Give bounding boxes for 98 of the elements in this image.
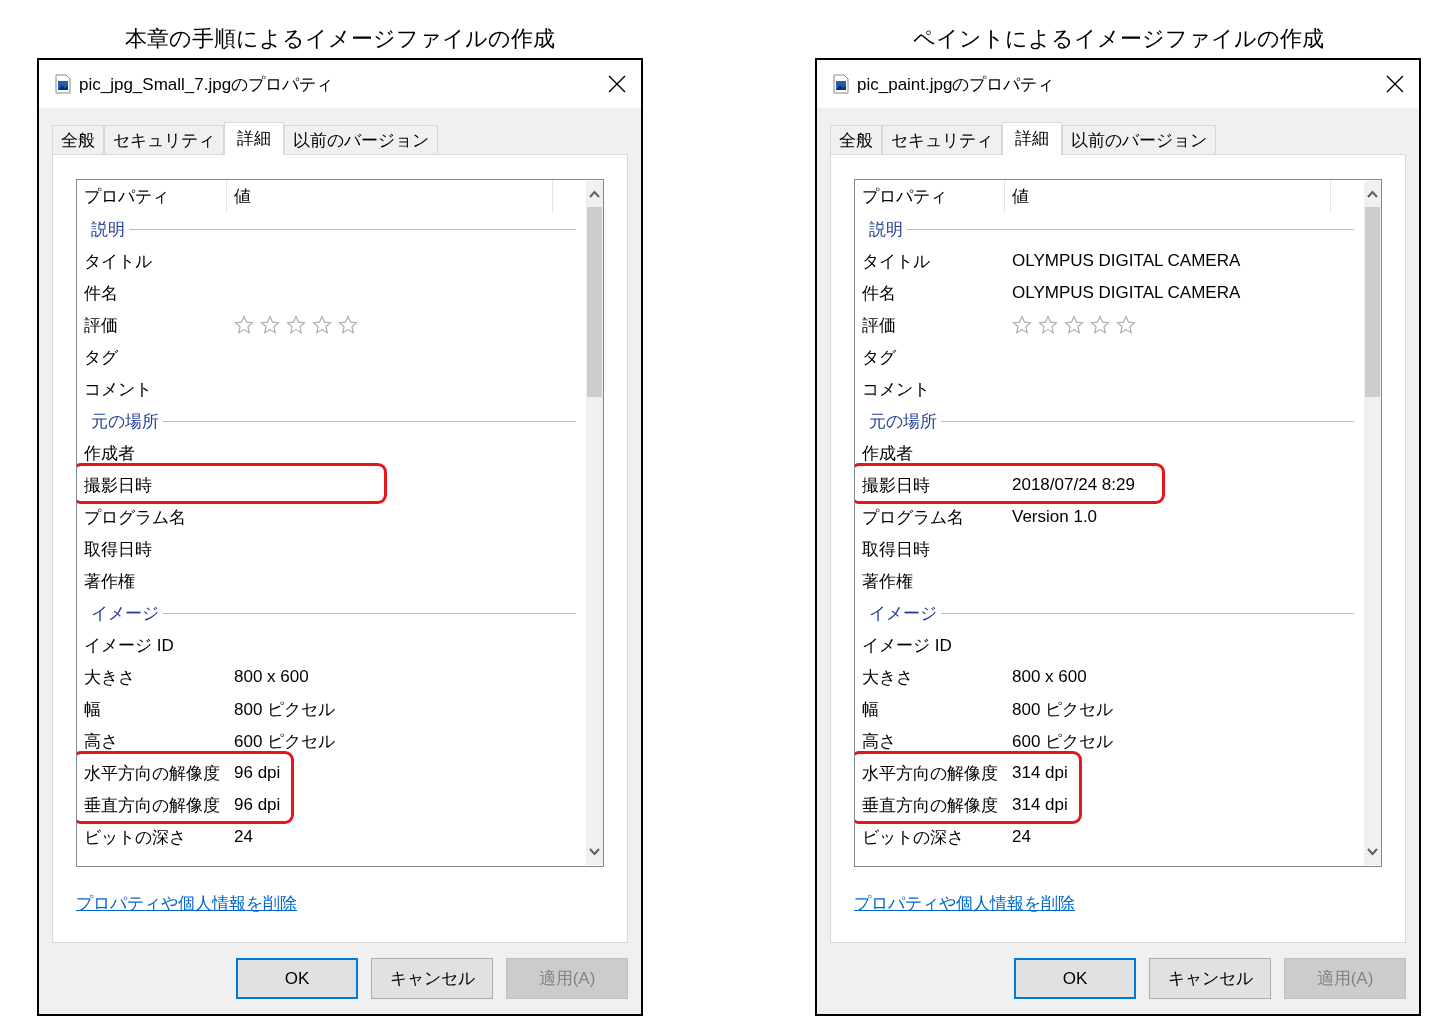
ok-button[interactable]: OK (236, 958, 358, 999)
property-name: 垂直方向の解像度 (862, 794, 999, 817)
property-value: 314 dpi (1012, 763, 1069, 783)
caption-heading: 本章の手順によるイメージファイルの作成 (125, 25, 555, 53)
tab[interactable]: 全般 (830, 125, 882, 154)
property-value: OLYMPUS DIGITAL CAMERA (1012, 251, 1242, 271)
close-icon[interactable] (607, 74, 627, 94)
property-name: 撮影日時 (862, 474, 931, 497)
property-value: OLYMPUS DIGITAL CAMERA (1012, 283, 1242, 303)
property-value: 314 dpi (1012, 795, 1069, 815)
property-name: 水平方向の解像度 (862, 762, 999, 785)
star-icon (286, 315, 306, 335)
group-header: イメージ (869, 602, 937, 625)
property-name: 作成者 (84, 442, 136, 465)
property-name: ビットの深さ (862, 826, 965, 849)
property-name: 著作権 (84, 570, 136, 593)
property-name: 作成者 (862, 442, 914, 465)
property-name: 垂直方向の解像度 (84, 794, 221, 817)
property-name: 評価 (862, 314, 897, 337)
group-header: 説明 (91, 218, 125, 241)
property-name: 高さ (862, 730, 897, 753)
remove-properties-link[interactable]: プロパティや個人情報を削除 (76, 892, 297, 915)
tab[interactable]: セキュリティ (104, 125, 224, 154)
star-icon (260, 315, 280, 335)
property-value: 24 (1012, 827, 1032, 847)
property-name: コメント (862, 378, 931, 401)
scrollbar[interactable] (586, 181, 603, 865)
scrollbar[interactable] (1364, 181, 1381, 865)
remove-properties-link[interactable]: プロパティや個人情報を削除 (854, 892, 1075, 915)
tab[interactable]: セキュリティ (882, 125, 1002, 154)
property-value: 800 x 600 (1012, 667, 1088, 687)
ok-button[interactable]: OK (1014, 958, 1136, 999)
star-icon (338, 315, 358, 335)
dialog-button[interactable]: キャンセル (371, 958, 493, 999)
property-value: 600 ピクセル (234, 730, 337, 753)
property-name: タグ (862, 346, 897, 369)
star-icon (1064, 315, 1084, 335)
property-name: イメージ ID (84, 634, 175, 657)
dialog-button[interactable]: キャンセル (1149, 958, 1271, 999)
group-header: 元の場所 (869, 410, 937, 433)
image-file-icon (833, 74, 849, 94)
property-name: 件名 (84, 282, 119, 305)
column-header[interactable]: プロパティ (77, 180, 227, 213)
scroll-thumb[interactable] (1365, 207, 1380, 397)
caption-heading: ペイントによるイメージファイルの作成 (912, 25, 1324, 53)
star-rating[interactable] (234, 315, 358, 335)
property-name: タイトル (862, 250, 931, 273)
property-name: 取得日時 (84, 538, 153, 561)
tab[interactable]: 以前のバージョン (1062, 125, 1216, 154)
group-header: イメージ (91, 602, 159, 625)
property-value: 800 ピクセル (1012, 698, 1115, 721)
property-name: 大きさ (84, 666, 136, 689)
property-name: 著作権 (862, 570, 914, 593)
property-value: 800 ピクセル (234, 698, 337, 721)
property-name: 水平方向の解像度 (84, 762, 221, 785)
property-name: 撮影日時 (84, 474, 153, 497)
star-icon (1038, 315, 1058, 335)
column-header[interactable]: 値 (1005, 180, 1331, 213)
property-name: タグ (84, 346, 119, 369)
star-icon (1090, 315, 1110, 335)
column-header[interactable]: 値 (227, 180, 553, 213)
tab[interactable]: 詳細 (224, 122, 284, 155)
property-name: 高さ (84, 730, 119, 753)
property-value: 24 (234, 827, 254, 847)
tab[interactable]: 全般 (52, 125, 104, 154)
property-name: 件名 (862, 282, 897, 305)
tab[interactable]: 詳細 (1002, 122, 1062, 155)
group-header: 元の場所 (91, 410, 159, 433)
star-icon (1012, 315, 1032, 335)
property-value: 2018/07/24 8:29 (1012, 475, 1136, 495)
star-icon (234, 315, 254, 335)
property-name: 幅 (84, 698, 102, 721)
group-header: 説明 (869, 218, 903, 241)
property-name: プログラム名 (84, 506, 187, 529)
star-rating[interactable] (1012, 315, 1136, 335)
property-name: イメージ ID (862, 634, 953, 657)
property-name: タイトル (84, 250, 153, 273)
property-name: コメント (84, 378, 153, 401)
property-value: Version 1.0 (1012, 507, 1099, 527)
property-name: 大きさ (862, 666, 914, 689)
property-value: 96 dpi (234, 795, 282, 815)
star-icon (1116, 315, 1136, 335)
close-icon[interactable] (1385, 74, 1405, 94)
window-title: pic_paint.jpgのプロパティ (857, 73, 1056, 96)
column-header[interactable]: プロパティ (855, 180, 1005, 213)
window-title: pic_jpg_Small_7.jpgのプロパティ (79, 73, 335, 96)
property-value: 96 dpi (234, 763, 282, 783)
tab[interactable]: 以前のバージョン (284, 125, 438, 154)
property-name: ビットの深さ (84, 826, 187, 849)
property-value: 800 x 600 (234, 667, 310, 687)
image-file-icon (55, 74, 71, 94)
property-name: プログラム名 (862, 506, 965, 529)
star-icon (312, 315, 332, 335)
scroll-thumb[interactable] (587, 207, 602, 397)
property-name: 幅 (862, 698, 880, 721)
property-value: 600 ピクセル (1012, 730, 1115, 753)
property-name: 取得日時 (862, 538, 931, 561)
property-name: 評価 (84, 314, 119, 337)
